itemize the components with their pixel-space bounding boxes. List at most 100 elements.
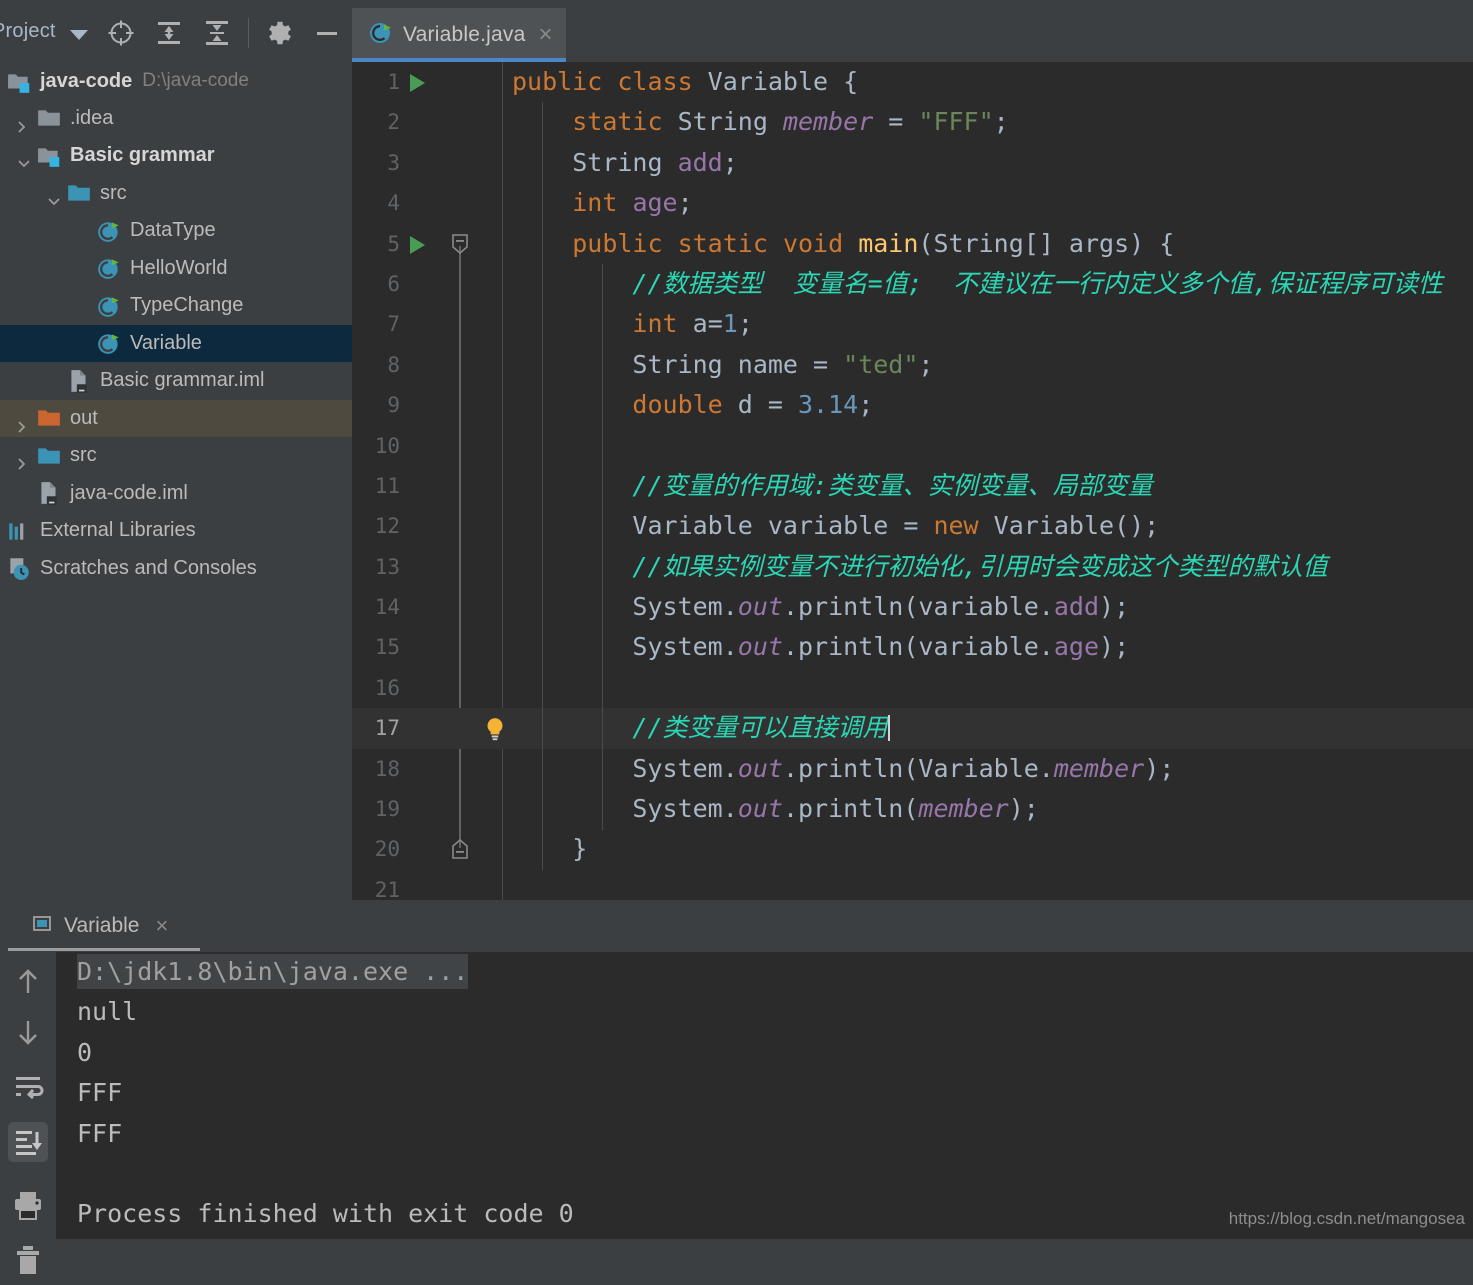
active-run-tab-indicator <box>8 948 200 951</box>
java-class-icon <box>368 20 394 51</box>
code-line[interactable]: 13 //如果实例变量不进行初始化,引用时会变成这个类型的默认值 <box>352 547 1473 587</box>
line-number: 7 <box>387 312 400 337</box>
down-arrow-icon[interactable] <box>8 1012 48 1052</box>
code-line[interactable]: 2 static String member = "FFF"; <box>352 102 1473 142</box>
trash-icon[interactable] <box>8 1240 48 1280</box>
close-icon[interactable]: × <box>538 21 552 49</box>
console-output-line: FFF <box>77 1118 123 1148</box>
tree-item-label: .idea <box>70 106 114 129</box>
tree-item-path: D:\java-code <box>142 70 249 91</box>
soft-wrap-icon[interactable] <box>8 1067 48 1107</box>
tree-item-src[interactable]: src <box>0 437 352 475</box>
java-class-icon <box>96 334 130 355</box>
run-tab-variable[interactable]: Variable × <box>22 904 176 948</box>
fold-end-icon[interactable] <box>448 837 472 861</box>
code-line[interactable]: 6 //数据类型 变量名=值; 不建议在一行内定义多个值,保证程序可读性 <box>352 264 1473 304</box>
tree-item-helloworld[interactable]: HelloWorld <box>0 250 352 288</box>
tree-item-scratches-and-consoles[interactable]: Scratches and Consoles <box>0 550 352 588</box>
run-gutter-icon[interactable] <box>410 235 425 254</box>
code-line[interactable]: 20 } <box>352 829 1473 869</box>
scroll-to-end-icon[interactable] <box>8 1122 48 1162</box>
project-tree[interactable]: java-code D:\java-code .idea Basic grammar s… <box>0 62 352 900</box>
run-tool-window: Variable × D:\jdk1.8\bin\java.exe ... nu… <box>0 900 1473 1274</box>
line-number: 21 <box>374 877 400 900</box>
watermark-text: https://blog.csdn.net/mangosea <box>1228 1209 1465 1228</box>
code-line[interactable]: 3 String add; <box>352 143 1473 183</box>
minimize-icon[interactable] <box>312 18 342 48</box>
tree-item-datatype[interactable]: DataType <box>0 212 352 250</box>
code-line[interactable]: 15 System.out.println(variable.age); <box>352 627 1473 667</box>
code-line[interactable]: 8 String name = "ted"; <box>352 345 1473 385</box>
line-number: 8 <box>387 352 400 377</box>
tree-item-label: Basic grammar <box>70 144 215 167</box>
tree-item-label: Basic grammar.iml <box>100 369 265 392</box>
line-number: 12 <box>374 514 400 539</box>
code-line[interactable]: 14 System.out.println(variable.add); <box>352 587 1473 627</box>
code-line[interactable]: 18 System.out.println(Variable.member); <box>352 749 1473 789</box>
tree-item-java-code[interactable]: java-code D:\java-code <box>0 62 352 100</box>
line-number: 2 <box>387 110 400 135</box>
code-text: public static void main(String[] args) { <box>572 228 1175 258</box>
editor-area: Variable.java × 1 public class Variable {… <box>352 0 1473 900</box>
code-line[interactable]: 7 int a=1; <box>352 304 1473 344</box>
up-arrow-icon[interactable] <box>8 962 48 1002</box>
run-gutter-icon[interactable] <box>410 74 425 92</box>
code-text: public class Variable { <box>512 67 859 96</box>
line-number: 1 <box>387 70 400 94</box>
print-icon[interactable] <box>8 1184 48 1224</box>
code-text: System.out.println(variable.add); <box>632 592 1130 622</box>
code-line[interactable]: 5 public static void main(String[] args)… <box>352 224 1473 264</box>
code-line[interactable]: 10 <box>352 426 1473 466</box>
tree-item-variable[interactable]: Variable <box>0 324 352 362</box>
line-number: 18 <box>374 756 400 781</box>
tree-item-external-libraries[interactable]: External Libraries <box>0 512 352 550</box>
code-editor[interactable]: 1 public class Variable { 2 static String … <box>352 62 1473 900</box>
code-line[interactable]: 4 int age; <box>352 183 1473 223</box>
project-dropdown-label[interactable]: Project <box>0 20 56 43</box>
libraries-icon <box>6 522 40 540</box>
iml-file-icon <box>66 369 100 393</box>
code-text: int a=1; <box>632 309 753 339</box>
expand-all-icon[interactable] <box>154 18 184 48</box>
fold-collapse-icon[interactable] <box>448 232 472 256</box>
code-text: //类变量可以直接调用 <box>632 713 890 743</box>
project-toolbar: Project <box>0 0 352 62</box>
project-tool-window: Project <box>0 0 352 900</box>
tree-item-basic-grammar[interactable]: Basic grammar <box>0 137 352 175</box>
console-output[interactable]: D:\jdk1.8\bin\java.exe ... null 0 FFF FFF Pro… <box>57 952 1473 1239</box>
console-command-text: D:\jdk1.8\bin\java.exe ... <box>77 954 469 989</box>
code-line[interactable]: 1 public class Variable { <box>352 62 1473 102</box>
code-line[interactable]: 11 //变量的作用域:类变量、实例变量、局部变量 <box>352 466 1473 506</box>
tree-item-typechange[interactable]: TypeChange <box>0 287 352 325</box>
editor-tab-variable-java[interactable]: Variable.java × <box>352 8 567 62</box>
code-line[interactable]: 12 Variable variable = new Variable(); <box>352 506 1473 546</box>
tree-item-out[interactable]: out <box>0 399 352 437</box>
tree-item-java-code-iml[interactable]: java-code.iml <box>0 475 352 513</box>
tree-item-src[interactable]: src <box>0 175 352 213</box>
tree-item-label: Scratches and Consoles <box>40 556 257 579</box>
settings-gear-icon[interactable] <box>264 18 294 48</box>
code-line[interactable]: 17 //类变量可以直接调用 <box>352 708 1473 749</box>
tree-item-idea[interactable]: .idea <box>0 100 352 138</box>
java-class-icon <box>96 297 130 317</box>
chevron-down-icon[interactable] <box>70 30 88 40</box>
locate-icon[interactable] <box>106 18 136 48</box>
indent-guide <box>602 264 603 830</box>
console-command-line: D:\jdk1.8\bin\java.exe ... <box>57 952 1473 992</box>
code-line[interactable]: 9 double d = 3.14; <box>352 385 1473 425</box>
code-line[interactable]: 21 <box>352 870 1473 900</box>
collapse-all-icon[interactable] <box>202 18 232 48</box>
code-line[interactable]: 16 <box>352 668 1473 708</box>
tree-item-label: src <box>70 444 97 467</box>
tree-item-basic-grammar-iml[interactable]: Basic grammar.iml <box>0 362 352 400</box>
code-line[interactable]: 19 System.out.println(member); <box>352 789 1473 829</box>
line-number: 19 <box>374 797 400 822</box>
tree-item-label: java-code <box>40 70 133 93</box>
code-text: //数据类型 变量名=值; 不建议在一行内定义多个值,保证程序可读性 <box>632 268 1443 298</box>
close-icon[interactable]: × <box>156 913 169 939</box>
intention-bulb-icon[interactable] <box>482 716 508 742</box>
code-text: //变量的作用域:类变量、实例变量、局部变量 <box>632 470 1153 500</box>
line-number: 9 <box>387 393 400 418</box>
